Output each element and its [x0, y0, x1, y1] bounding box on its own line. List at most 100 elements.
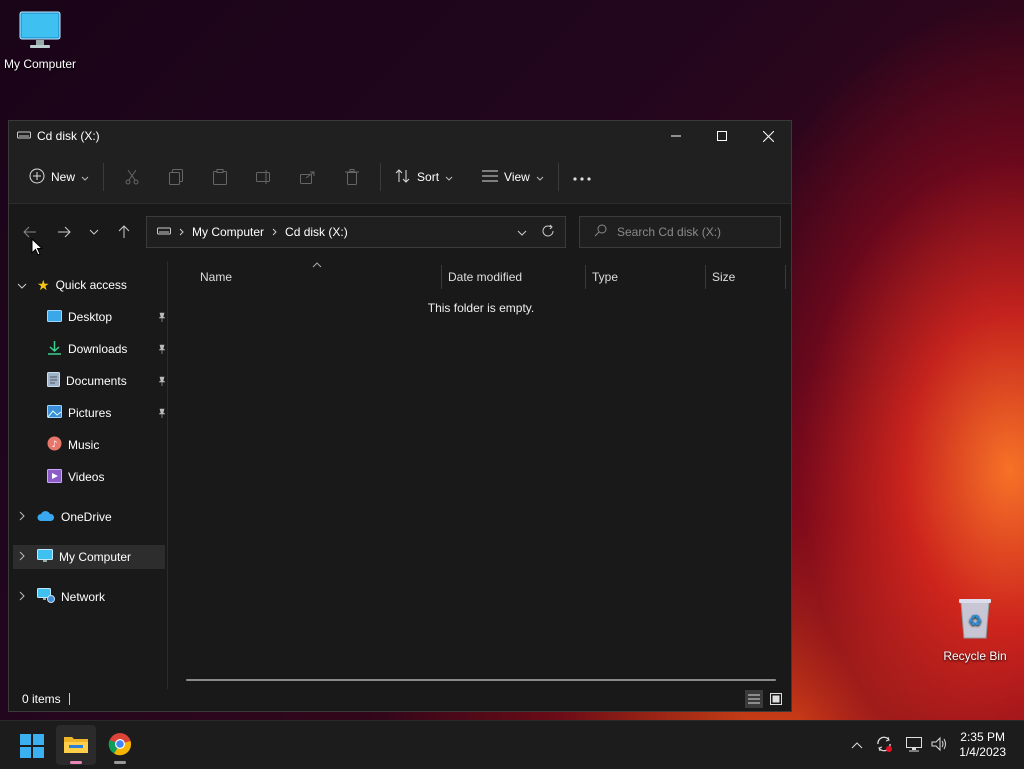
address-dropdown-button[interactable]	[517, 225, 527, 239]
column-divider[interactable]	[585, 265, 586, 289]
title-bar[interactable]: Cd disk (X:)	[9, 121, 791, 151]
nav-quick-access[interactable]: ★ Quick access	[17, 273, 127, 297]
start-button[interactable]	[20, 734, 44, 761]
close-button[interactable]	[745, 121, 791, 151]
rename-icon[interactable]	[248, 161, 280, 193]
picture-icon	[47, 405, 62, 421]
mouse-cursor-icon	[31, 237, 44, 259]
pin-icon	[157, 311, 167, 325]
nav-item-music[interactable]: ♪ Music	[47, 433, 163, 457]
chevron-right-icon	[19, 550, 25, 564]
desktop-icon-label: My Computer	[3, 57, 77, 71]
sort-button[interactable]: Sort	[387, 161, 461, 193]
column-header-date-modified[interactable]: Date modified	[448, 265, 522, 289]
sort-indicator-icon	[312, 257, 322, 271]
column-header-size[interactable]: Size	[712, 265, 735, 289]
taskbar: 2:35 PM 1/4/2023	[0, 720, 1024, 769]
clock-date: 1/4/2023	[959, 745, 1006, 759]
empty-folder-message: This folder is empty.	[427, 301, 535, 315]
sync-icon[interactable]	[875, 735, 893, 756]
navigation-pane: ★ Quick access Desktop Downloads Documen…	[9, 261, 167, 689]
window-title-text: Cd disk (X:)	[37, 129, 100, 143]
more-options-button[interactable]	[565, 161, 599, 193]
column-header-type[interactable]: Type	[592, 265, 618, 289]
music-icon: ♪	[47, 436, 62, 454]
sort-label: Sort	[417, 170, 440, 184]
up-button[interactable]	[109, 217, 139, 247]
sort-icon	[395, 168, 411, 186]
details-view-button[interactable]	[745, 690, 763, 708]
share-icon[interactable]	[292, 161, 324, 193]
minimize-button[interactable]	[653, 121, 699, 151]
active-indicator	[70, 761, 82, 764]
horizontal-scrollbar[interactable]	[186, 679, 776, 681]
start-icon	[20, 734, 44, 761]
nav-item-documents[interactable]: Documents	[47, 369, 166, 393]
column-divider[interactable]	[785, 265, 786, 289]
network-icon[interactable]	[905, 736, 923, 755]
clock[interactable]: 2:35 PM 1/4/2023	[959, 730, 1006, 760]
copy-icon[interactable]	[160, 161, 192, 193]
plus-circle-icon	[29, 168, 45, 187]
nav-network[interactable]: Network	[17, 585, 105, 609]
forward-button[interactable]	[49, 217, 79, 247]
column-header-name[interactable]: Name	[200, 265, 232, 289]
search-box[interactable]: Search Cd disk (X:)	[579, 216, 781, 248]
view-button[interactable]: View	[474, 161, 552, 193]
column-divider[interactable]	[441, 265, 442, 289]
taskbar-file-explorer[interactable]	[56, 725, 96, 765]
breadcrumb-cd-disk[interactable]: Cd disk (X:)	[285, 225, 348, 239]
chevron-right-icon	[19, 510, 25, 524]
pin-icon	[157, 343, 167, 357]
nav-label: My Computer	[59, 550, 132, 564]
nav-my-computer[interactable]: My Computer	[13, 545, 165, 569]
volume-icon[interactable]	[931, 736, 949, 755]
taskbar-chrome[interactable]	[100, 725, 140, 765]
tiles-view-button[interactable]	[767, 690, 785, 708]
desktop-icon-recycle-bin[interactable]: ♻ Recycle Bin	[935, 596, 1015, 663]
nav-label: Videos	[68, 470, 105, 484]
nav-label: Downloads	[68, 342, 128, 356]
nav-item-pictures[interactable]: Pictures	[47, 401, 166, 425]
chevron-down-icon	[536, 170, 544, 184]
toolbar-divider	[557, 163, 559, 191]
nav-item-videos[interactable]: Videos	[47, 465, 163, 489]
chevron-down-icon	[81, 170, 89, 184]
drive-icon	[17, 129, 31, 143]
nav-item-downloads[interactable]: Downloads	[47, 337, 166, 361]
refresh-icon[interactable]	[541, 224, 555, 241]
delete-icon[interactable]	[336, 161, 368, 193]
breadcrumb-my-computer[interactable]: My Computer	[192, 225, 264, 239]
clock-time: 2:35 PM	[960, 730, 1005, 744]
chevron-down-icon	[17, 278, 27, 292]
nav-label: Music	[68, 438, 100, 452]
chevron-up-icon[interactable]	[851, 738, 863, 752]
view-label: View	[504, 170, 530, 184]
file-list: Name Date modified Type Size This folder…	[167, 261, 792, 689]
desktop-icon-my-computer[interactable]: My Computer	[0, 10, 80, 71]
window-title: Cd disk (X:)	[17, 129, 100, 143]
column-divider[interactable]	[705, 265, 706, 289]
paste-icon[interactable]	[204, 161, 236, 193]
status-divider	[68, 693, 70, 705]
recent-locations-button[interactable]	[79, 217, 109, 247]
view-list-icon	[482, 170, 499, 185]
desktop-icon-label: Recycle Bin	[943, 649, 1007, 663]
cut-icon[interactable]	[116, 161, 148, 193]
pin-icon	[157, 407, 167, 421]
toolbar-divider	[103, 163, 105, 191]
maximize-button[interactable]	[699, 121, 745, 151]
file-explorer-window: Cd disk (X:) New Sort View My Computer C…	[8, 120, 792, 712]
search-icon	[594, 224, 607, 240]
pin-icon	[157, 375, 167, 389]
address-bar[interactable]: My Computer Cd disk (X:)	[146, 216, 566, 248]
nav-label: Network	[61, 590, 106, 604]
nav-onedrive[interactable]: OneDrive	[17, 505, 112, 529]
item-count: 0 items	[22, 692, 61, 706]
download-icon	[47, 340, 62, 358]
more-options-icon	[573, 170, 591, 184]
nav-item-desktop[interactable]: Desktop	[47, 305, 166, 329]
cloud-icon	[37, 510, 55, 525]
drive-icon	[157, 225, 171, 239]
new-button[interactable]: New	[21, 161, 97, 193]
